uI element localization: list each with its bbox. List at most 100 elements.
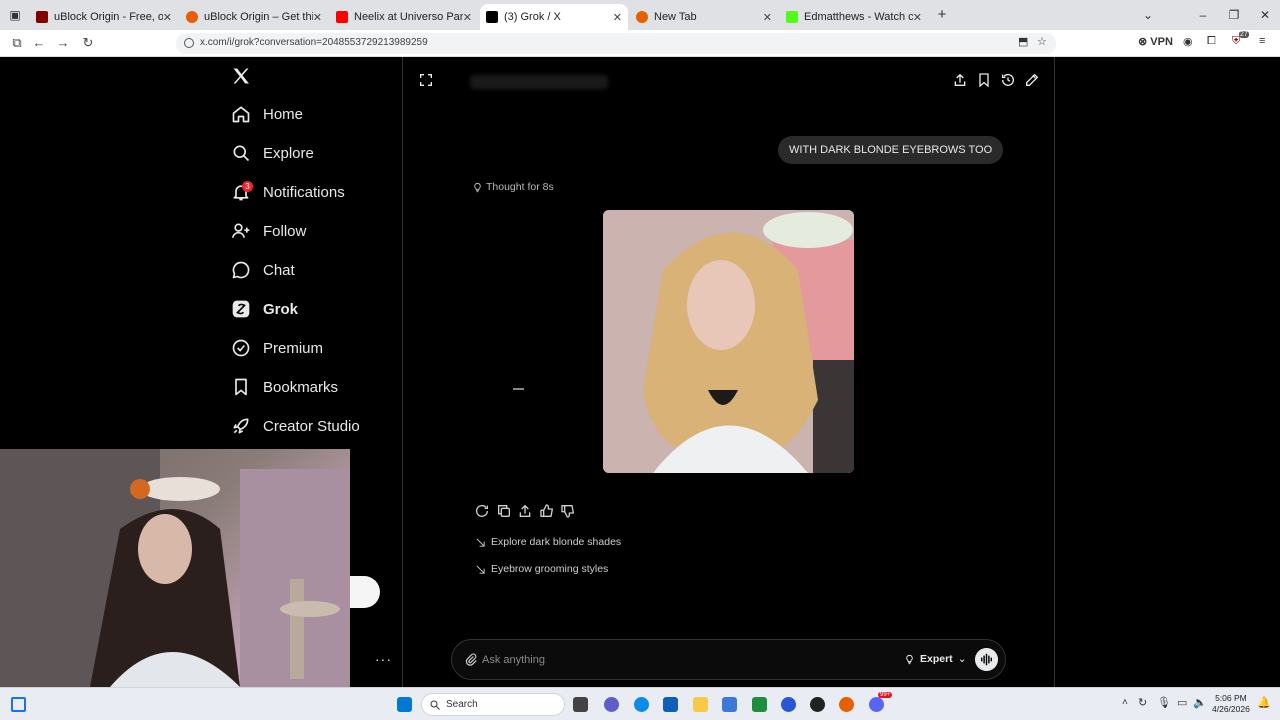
- bookmark-icon[interactable]: [976, 72, 992, 88]
- app-icon[interactable]: [752, 697, 767, 712]
- store-icon[interactable]: [663, 697, 678, 712]
- account-icon[interactable]: ◉: [1183, 35, 1193, 48]
- widgets-icon[interactable]: [11, 697, 26, 712]
- network-icon[interactable]: ▭: [1177, 696, 1187, 709]
- back-arrow-icon[interactable]: ←: [30, 34, 48, 52]
- close-tab-icon[interactable]: ✕: [763, 11, 772, 24]
- app-icon[interactable]: [722, 697, 737, 712]
- home-icon: [232, 106, 250, 123]
- suggestion-label: Eyebrow grooming styles: [491, 563, 609, 575]
- extension-badge: 27: [1239, 31, 1249, 38]
- file-explorer-icon[interactable]: [693, 697, 708, 712]
- browser-tab-kick[interactable]: Edmatthews - Watch clips on Ki ✕: [780, 4, 928, 30]
- reload-icon[interactable]: ↻: [79, 34, 97, 52]
- tab-actions-icon[interactable]: ▣: [6, 6, 24, 24]
- mode-selector[interactable]: Expert ⌄: [904, 653, 967, 665]
- share-icon[interactable]: [952, 72, 968, 88]
- taskbar-search-box[interactable]: Search: [421, 693, 565, 716]
- close-tab-icon[interactable]: ✕: [913, 11, 922, 24]
- notifications-bell-icon[interactable]: 🔔: [1257, 696, 1271, 709]
- sidebar-item-chat[interactable]: Chat: [231, 254, 295, 286]
- tray-overflow-chevron-icon[interactable]: ˄: [1122, 697, 1128, 708]
- sidebar-item-creator-studio[interactable]: Creator Studio: [231, 410, 360, 442]
- browser-tab-ublock-addon[interactable]: uBlock Origin – Get this Extensi ✕: [180, 4, 328, 30]
- more-options-icon[interactable]: ···: [375, 651, 392, 667]
- close-tab-icon[interactable]: ✕: [613, 11, 622, 24]
- sidebar-toggle-icon[interactable]: ⧉: [8, 34, 26, 52]
- sidebar-item-label: Home: [263, 105, 304, 123]
- thought-indicator[interactable]: Thought for 8s: [472, 181, 554, 193]
- sidebar-item-explore[interactable]: Explore: [231, 137, 314, 169]
- rocket-icon: [233, 418, 249, 434]
- sidebar-item-home[interactable]: Home: [231, 98, 303, 130]
- x-logo-icon[interactable]: [231, 66, 251, 86]
- webcam-pill-button[interactable]: [350, 576, 380, 608]
- close-tab-icon[interactable]: ✕: [463, 11, 472, 24]
- sidebar-item-bookmarks[interactable]: Bookmarks: [231, 371, 338, 403]
- app-icon[interactable]: [810, 697, 825, 712]
- microphone-icon[interactable]: 🎙: [1157, 696, 1171, 709]
- thought-label: Thought for 8s: [486, 181, 554, 193]
- copy-icon[interactable]: [496, 503, 512, 519]
- sidebar-item-premium[interactable]: Premium: [231, 332, 323, 364]
- chat-composer: Expert ⌄: [451, 639, 1006, 680]
- history-icon[interactable]: [1000, 72, 1016, 88]
- clock[interactable]: 5:06 PM 4/26/2026: [1212, 693, 1250, 715]
- bookmark-star-icon[interactable]: ☆: [1037, 35, 1047, 48]
- expand-icon[interactable]: [418, 72, 434, 88]
- sidebar-item-grok[interactable]: Grok: [231, 293, 298, 325]
- forward-arrow-icon[interactable]: →: [54, 34, 72, 52]
- discord-icon[interactable]: [869, 697, 884, 712]
- lightbulb-icon: [906, 654, 913, 664]
- url-text[interactable]: x.com/i/grok?conversation=20485537292139…: [200, 37, 428, 48]
- chat-app-icon[interactable]: [604, 697, 619, 712]
- firefox-favicon-icon: [636, 11, 648, 23]
- volume-icon[interactable]: 🔈: [1193, 696, 1207, 709]
- menu-hamburger-icon[interactable]: ≡: [1259, 35, 1265, 47]
- generated-image[interactable]: [603, 210, 854, 473]
- maximize-window-button[interactable]: ❐: [1225, 6, 1243, 24]
- edge-browser-icon[interactable]: [634, 697, 649, 712]
- firefox-icon[interactable]: [839, 697, 854, 712]
- vpn-button[interactable]: ⊗ VPN: [1138, 35, 1173, 48]
- new-tab-button[interactable]: +: [933, 6, 951, 24]
- save-to-pocket-icon[interactable]: ⬒: [1018, 35, 1028, 48]
- suggestion-item[interactable]: Eyebrow grooming styles: [475, 563, 608, 575]
- tab-label: uBlock Origin – Get this Extensi: [204, 11, 313, 23]
- browser-tab-ublock[interactable]: uBlock Origin - Free, open-sour ✕: [30, 4, 178, 30]
- close-tab-icon[interactable]: ✕: [163, 11, 172, 24]
- thumbs-down-icon[interactable]: [560, 503, 576, 519]
- taskbar-badge: 99+: [878, 692, 893, 698]
- search-icon: [233, 145, 250, 162]
- share-icon[interactable]: [517, 503, 533, 519]
- tab-label: Neelix at Universo Paralello - Yo: [354, 11, 463, 23]
- tab-list-chevron-down-icon[interactable]: ⌄: [1139, 6, 1157, 24]
- close-tab-icon[interactable]: ✕: [313, 11, 322, 24]
- attach-paperclip-icon[interactable]: [464, 653, 478, 667]
- webcam-overlay: [0, 449, 350, 687]
- ask-input[interactable]: [482, 650, 842, 670]
- thumbs-up-icon[interactable]: [539, 503, 555, 519]
- browser-tab-bar: ▣ uBlock Origin - Free, open-sour ✕ uBlo…: [0, 0, 1280, 30]
- task-view-icon[interactable]: [573, 697, 588, 712]
- notification-count-badge: 3: [242, 181, 253, 192]
- ea-app-icon[interactable]: [781, 697, 796, 712]
- sidebar-item-label: Chat: [263, 261, 295, 279]
- kick-favicon-icon: [786, 11, 798, 23]
- windows-start-icon[interactable]: [397, 697, 412, 712]
- browser-tab-youtube[interactable]: Neelix at Universo Paralello - Yo ✕: [330, 4, 478, 30]
- voice-mode-button[interactable]: [975, 648, 998, 671]
- browser-tab-new[interactable]: New Tab ✕: [630, 4, 778, 30]
- sidebar-item-follow[interactable]: Follow: [231, 215, 306, 247]
- tray-app-icon[interactable]: ↻: [1138, 696, 1147, 709]
- new-chat-edit-icon[interactable]: [1024, 72, 1040, 88]
- browser-tab-grok[interactable]: (3) Grok / X ✕: [480, 4, 628, 30]
- minimize-window-button[interactable]: –: [1194, 6, 1212, 24]
- sidebar-item-notifications[interactable]: 3 Notifications: [231, 176, 345, 208]
- regenerate-icon[interactable]: [474, 503, 490, 519]
- suggestion-item[interactable]: Explore dark blonde shades: [475, 536, 621, 548]
- close-window-button[interactable]: ✕: [1256, 6, 1274, 24]
- extensions-puzzle-icon[interactable]: ⧠: [1207, 35, 1216, 48]
- address-bar[interactable]: x.com/i/grok?conversation=20485537292139…: [176, 33, 1056, 54]
- site-info-icon[interactable]: [184, 38, 194, 48]
